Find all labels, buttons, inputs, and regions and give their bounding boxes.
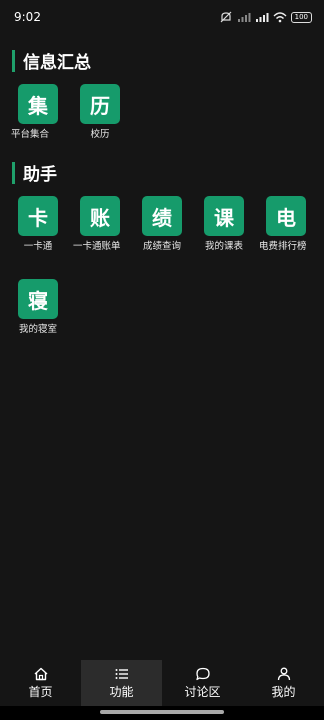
tile-label: 我的课表 (204, 241, 243, 252)
tile-label: 校历 (90, 129, 110, 140)
section-accent-bar (12, 49, 15, 72)
section-accent-bar (12, 161, 15, 184)
electricity-icon: 电 (266, 196, 306, 236)
tile-label: 一卡通 (23, 241, 53, 252)
home-icon (34, 667, 47, 680)
section-header-assistant: 助手 (12, 160, 57, 185)
wifi-icon (273, 12, 287, 23)
chat-icon (195, 667, 210, 680)
section-title: 信息汇总 (23, 53, 91, 73)
section-title: 助手 (23, 165, 57, 185)
signal-hd-icon (255, 13, 269, 22)
nav-item-home[interactable]: 首页 (0, 660, 81, 706)
app-screen: 9:02 100 信息汇总 集 平台集合 历 校历 助手 卡 一卡通 账 一卡通… (0, 0, 324, 720)
tile-label: 平台集合 (11, 129, 50, 140)
tile-card-bill[interactable]: 账 一卡通账单 (70, 196, 130, 253)
platform-collection-icon: 集 (18, 84, 58, 124)
tile-label: 我的寝室 (18, 324, 57, 335)
list-icon (115, 668, 128, 679)
person-icon (277, 667, 290, 680)
nav-item-discussion[interactable]: 讨论区 (162, 660, 243, 706)
status-bar: 9:02 100 (0, 0, 324, 34)
tile-campus-card[interactable]: 卡 一卡通 (8, 196, 68, 253)
dorm-icon: 寝 (18, 279, 58, 319)
bottom-nav: 首页 功能 讨论区 我的 (0, 660, 324, 706)
nav-item-functions[interactable]: 功能 (81, 660, 162, 706)
nav-label: 功能 (109, 684, 134, 699)
school-calendar-icon: 历 (80, 84, 120, 124)
nav-label: 首页 (28, 684, 53, 699)
card-bill-icon: 账 (80, 196, 120, 236)
nav-label: 我的 (271, 684, 296, 699)
tile-grade-query[interactable]: 绩 成绩查询 (132, 196, 192, 253)
battery-indicator: 100 (290, 11, 312, 23)
tile-platform-collection[interactable]: 集 平台集合 (8, 84, 68, 141)
tile-my-dorm[interactable]: 寝 我的寝室 (8, 279, 68, 336)
tile-school-calendar[interactable]: 历 校历 (70, 84, 130, 141)
tile-my-timetable[interactable]: 课 我的课表 (194, 196, 254, 253)
tile-label: 电费排行榜 (259, 241, 307, 252)
tile-label: 成绩查询 (142, 241, 181, 252)
status-icons: 100 (219, 11, 312, 23)
tile-label: 一卡通账单 (73, 241, 121, 252)
grade-query-icon: 绩 (142, 196, 182, 236)
timetable-icon: 课 (204, 196, 244, 236)
campus-card-icon: 卡 (18, 196, 58, 236)
home-indicator[interactable] (100, 710, 224, 714)
nav-item-profile[interactable]: 我的 (243, 660, 324, 706)
tile-electricity-ranking[interactable]: 电 电费排行榜 (256, 196, 316, 253)
section-header-info: 信息汇总 (12, 48, 91, 73)
status-time: 9:02 (14, 10, 41, 24)
signal-icon (237, 13, 251, 22)
nav-label: 讨论区 (184, 684, 221, 699)
mute-bell-icon (220, 11, 232, 23)
